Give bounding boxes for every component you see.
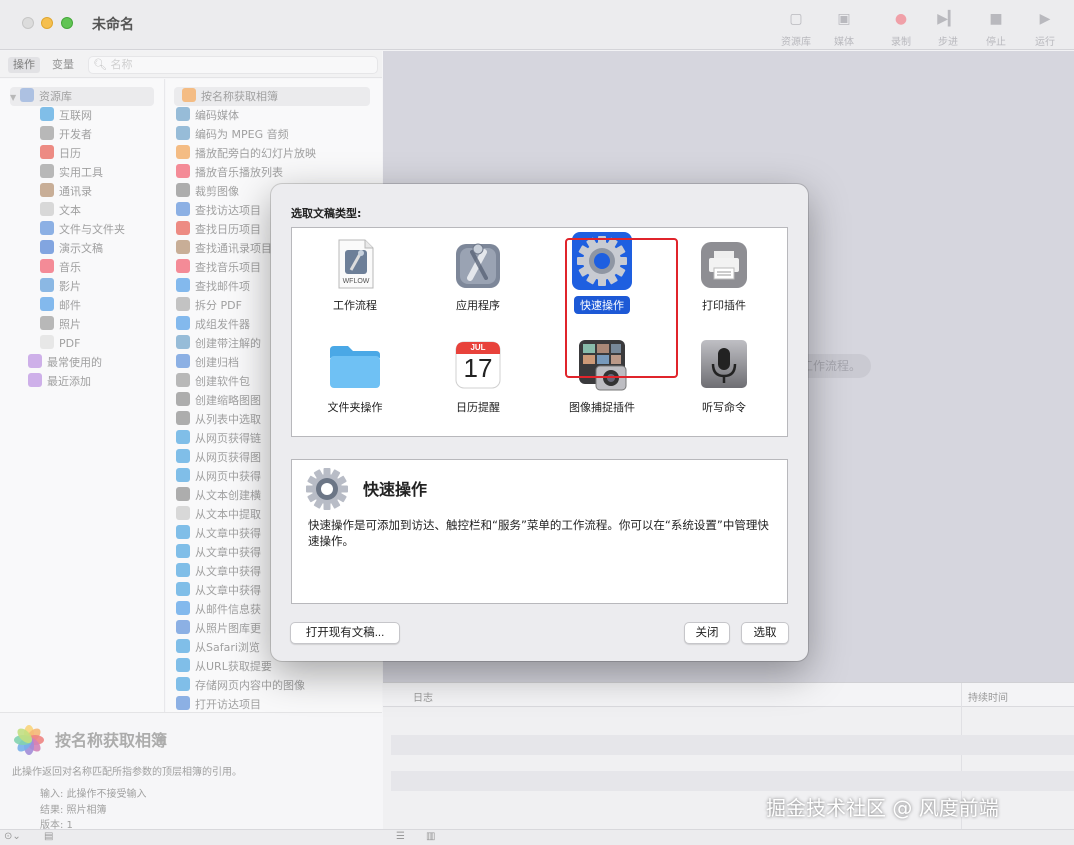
type-info-title: 快速操作	[363, 480, 428, 499]
toolbar-step-button[interactable]: ▶▎ 步进	[924, 10, 972, 48]
type-label: 听写命令	[702, 401, 746, 414]
step-icon: ▶▎	[937, 11, 959, 27]
toolbar-label: 停止	[986, 37, 1006, 48]
split-view-icon[interactable]: ▥	[426, 831, 435, 842]
stop-icon: ■	[989, 11, 1003, 27]
open-existing-document-button[interactable]: 打开现有文稿...	[290, 622, 400, 644]
choose-button[interactable]: 选取	[741, 622, 789, 644]
type-label: 工作流程	[333, 299, 377, 312]
toolbar-label: 媒体	[834, 37, 854, 48]
calendar-day: 17	[463, 353, 493, 383]
library-icon: ▢	[789, 11, 803, 27]
quick-action-gear-icon	[306, 468, 348, 510]
description-toggle-icon[interactable]: ▤	[44, 831, 53, 842]
minimize-window-button[interactable]	[41, 17, 53, 29]
maximize-window-button[interactable]	[61, 17, 73, 29]
bottom-status-bar: ⊙⌄ ▤ ☰ ▥	[0, 829, 1074, 845]
toolbar-label: 步进	[938, 37, 958, 48]
microphone-icon	[701, 340, 747, 388]
run-icon: ▶	[1039, 11, 1051, 27]
type-print-plugin[interactable]: 打印插件	[662, 236, 786, 314]
toolbar-record-button[interactable]: ● 录制	[877, 10, 925, 48]
document-type-dialog: 选取文稿类型: WFLOW 工作流程 应用程序 快速操作 打印插件 文件夹操作 …	[271, 184, 808, 661]
calendar-month: JUL	[470, 343, 486, 352]
action-options-icon[interactable]: ⊙⌄	[4, 831, 21, 842]
type-label: 应用程序	[456, 299, 500, 312]
log-header: 日志 持续时间	[383, 683, 1074, 707]
toolbar-label: 录制	[891, 37, 911, 48]
toolbar-media-button[interactable]: ▣ 媒体	[820, 10, 868, 48]
type-application[interactable]: 应用程序	[416, 236, 540, 314]
type-workflow[interactable]: WFLOW 工作流程	[293, 236, 417, 314]
watermark-text: 掘金技术社区 @ 风度前端	[766, 796, 999, 820]
duration-column-header[interactable]: 持续时间	[968, 689, 1008, 704]
record-icon: ●	[894, 11, 908, 27]
toolbar-label: 运行	[1035, 37, 1055, 48]
log-row	[391, 735, 1074, 755]
log-column-header[interactable]: 日志	[413, 689, 433, 704]
media-icon: ▣	[837, 11, 851, 27]
toolbar-label: 资源库	[781, 37, 811, 48]
folder-icon	[330, 346, 380, 388]
type-calendar-alarm[interactable]: JUL 17 日历提醒	[416, 338, 540, 416]
wflow-badge: WFLOW	[342, 278, 370, 285]
application-icon	[456, 243, 500, 288]
toolbar-stop-button[interactable]: ■ 停止	[972, 10, 1020, 48]
log-row	[391, 771, 1074, 791]
automator-window: 未命名 ▢ 资源库 ▣ 媒体 ● 录制 ▶▎ 步进 ■ 停止 ▶ 运行 操作 变…	[0, 0, 1074, 845]
choose-type-label: 选取文稿类型:	[291, 207, 362, 220]
close-button[interactable]: 关闭	[684, 622, 730, 644]
list-view-icon[interactable]: ☰	[396, 831, 405, 842]
type-label: 打印插件	[702, 299, 746, 312]
type-info-description: 快速操作是可添加到访达、触控栏和“服务”菜单的工作流程。你可以在“系统设置”中管…	[308, 518, 769, 548]
highlight-annotation-box	[565, 238, 678, 378]
type-label: 图像捕捉插件	[569, 401, 635, 414]
print-plugin-icon	[701, 242, 747, 288]
title-bar: 未命名 ▢ 资源库 ▣ 媒体 ● 录制 ▶▎ 步进 ■ 停止 ▶ 运行	[0, 0, 1074, 50]
type-label: 文件夹操作	[327, 401, 383, 414]
document-type-grid: WFLOW 工作流程 应用程序 快速操作 打印插件 文件夹操作 JUL 17 日…	[291, 227, 788, 437]
window-title: 未命名	[92, 17, 134, 33]
toolbar-library-button[interactable]: ▢ 资源库	[772, 10, 820, 48]
type-label: 日历提醒	[456, 401, 500, 414]
type-info-box: 快速操作 快速操作是可添加到访达、触控栏和“服务”菜单的工作流程。你可以在“系统…	[291, 459, 788, 604]
close-window-button[interactable]	[22, 17, 34, 29]
type-dictation-command[interactable]: 听写命令	[662, 338, 786, 416]
type-folder-action[interactable]: 文件夹操作	[293, 338, 417, 416]
toolbar-run-button[interactable]: ▶ 运行	[1021, 10, 1069, 48]
